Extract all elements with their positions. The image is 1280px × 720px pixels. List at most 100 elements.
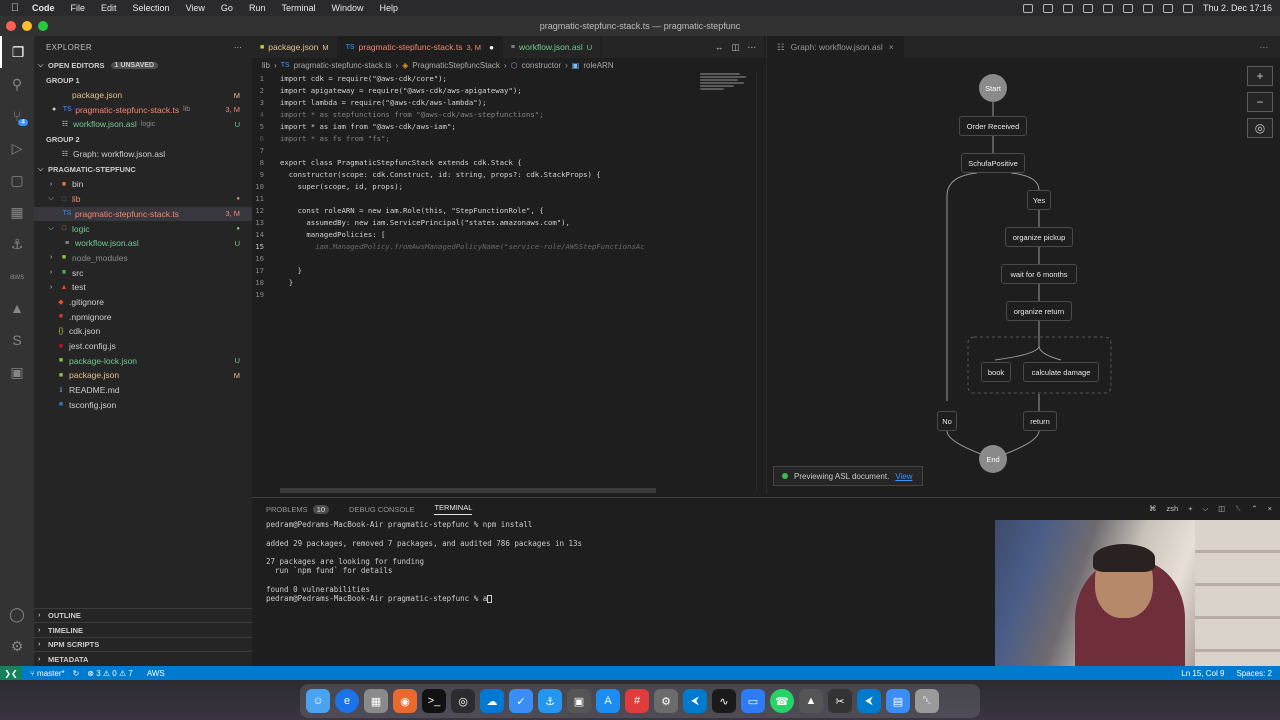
open-editor-stack-ts[interactable]: ● TS pragmatic-stepfunc-stack.ts lib 3, … — [34, 102, 252, 117]
sonar-icon[interactable]: S — [0, 324, 34, 356]
state-calculate-damage[interactable]: calculate damage — [1023, 362, 1099, 382]
editor-vertical-scrollbar[interactable] — [756, 72, 764, 492]
slack-icon[interactable]: # — [625, 689, 649, 713]
tree-item-bin[interactable]: › ■ bin — [34, 177, 252, 192]
state-organize-pickup[interactable]: organize pickup — [1005, 227, 1073, 247]
battery-icon[interactable] — [1122, 3, 1133, 13]
compare-icon[interactable]: ↔ — [715, 42, 724, 52]
moon-icon[interactable] — [1062, 3, 1073, 13]
tab-problems[interactable]: PROBLEMS 10 — [266, 504, 330, 514]
menu-run[interactable]: Run — [249, 3, 266, 13]
state-no[interactable]: No — [937, 411, 957, 431]
menubar-clock[interactable]: Thu 2. Dec 17:16 — [1203, 3, 1272, 13]
tree-item-logic[interactable]: ⌵ □ logic ● — [34, 221, 252, 236]
group2-label[interactable]: GROUP 2 — [34, 132, 252, 147]
tree-item-package-lock[interactable]: ■ package-lock.json U — [34, 353, 252, 368]
onedrive-icon[interactable]: ☁ — [480, 689, 504, 713]
menu-terminal[interactable]: Terminal — [281, 3, 315, 13]
tree-item-src[interactable]: › ■ src — [34, 265, 252, 280]
split-editor-icon[interactable]: ◫ — [731, 42, 739, 53]
tree-item-stack-ts[interactable]: TS pragmatic-stepfunc-stack.ts 3, M — [34, 206, 252, 222]
vlc-icon[interactable]: ▲ — [799, 689, 823, 713]
vscode-insiders-icon[interactable]: ⮜ — [857, 689, 881, 713]
menu-help[interactable]: Help — [379, 3, 398, 13]
apple-icon[interactable]:  — [8, 2, 22, 14]
state-wait[interactable]: wait for 6 months — [1001, 264, 1077, 284]
trash-icon[interactable]: ␡ — [1235, 504, 1241, 514]
tab-debug-console[interactable]: DEBUG CONSOLE — [349, 505, 414, 514]
stepfunctions-icon[interactable]: ▲ — [0, 292, 34, 324]
docker-icon[interactable]: ⚓ — [538, 689, 562, 713]
whatsapp-icon[interactable]: ☎ — [770, 689, 794, 713]
settings-gear-icon[interactable]: ⚙ — [0, 630, 34, 662]
tab-workflow-asl[interactable]: ≡ workflow.json.asl U — [503, 36, 602, 58]
breadcrumb-item[interactable]: PragmaticStepfuncStack — [412, 61, 500, 70]
activity-monitor-icon[interactable]: ∿ — [712, 689, 736, 713]
problems-status[interactable]: ⊗ 3 ⚠ 0 ⚠ 7 — [87, 669, 133, 678]
postman-icon[interactable]: ◉ — [393, 689, 417, 713]
cloud-icon[interactable] — [1082, 3, 1093, 13]
system-preferences-icon[interactable]: ⚙ — [654, 689, 678, 713]
chevron-up-icon[interactable]: ⌃ — [1251, 504, 1257, 514]
group1-label[interactable]: GROUP 1 — [34, 73, 252, 88]
new-terminal-icon[interactable]: + — [1188, 504, 1192, 514]
terminal-app-icon[interactable]: >_ — [422, 689, 446, 713]
tree-item-jest-config[interactable]: ■ jest.config.js — [34, 339, 252, 354]
keynote-icon[interactable]: ▭ — [741, 689, 765, 713]
state-start[interactable]: Start — [979, 74, 1007, 102]
docker-icon[interactable]: ⚓ — [0, 228, 34, 260]
close-icon[interactable]: × — [889, 42, 894, 52]
state-organize-return[interactable]: organize return — [1006, 301, 1072, 321]
menu-go[interactable]: Go — [221, 3, 233, 13]
network-icon[interactable] — [1042, 3, 1053, 13]
tree-item-workflow-asl[interactable]: ≡ workflow.json.asl U — [34, 236, 252, 251]
trash-icon[interactable]: ␡ — [915, 689, 939, 713]
open-editor-graph[interactable]: ☷ Graph: workflow.json.asl — [34, 146, 252, 161]
tab-terminal[interactable]: TERMINAL — [434, 503, 473, 515]
indentation[interactable]: Spaces: 2 — [1236, 669, 1272, 678]
app-store-icon[interactable]: A — [596, 689, 620, 713]
chevron-down-icon[interactable]: ⌵ — [1203, 504, 1209, 514]
view-link[interactable]: View — [895, 472, 912, 481]
breadcrumb-item[interactable]: roleARN — [583, 61, 613, 70]
code-editor[interactable]: 1 import cdk = require("@aws-cdk/core"); … — [252, 72, 696, 492]
open-editors-section[interactable]: ⌵ OPEN EDITORS 1 UNSAVED — [34, 58, 252, 73]
edge-browser-icon[interactable]: e — [335, 689, 359, 713]
tree-item-test[interactable]: › ▲ test — [34, 280, 252, 295]
minimap[interactable] — [696, 72, 756, 492]
safari-icon[interactable]: ◎ — [451, 689, 475, 713]
source-control-icon[interactable]: ⑂ 4 — [0, 100, 34, 132]
shell-name[interactable]: zsh — [1166, 504, 1178, 514]
timeline-section[interactable]: › TIMELINE — [34, 622, 252, 637]
tree-item-lib[interactable]: ⌵ □ lib ● — [34, 192, 252, 207]
todo-icon[interactable]: ✓ — [509, 689, 533, 713]
state-end[interactable]: End — [979, 445, 1007, 473]
close-icon[interactable]: × — [1268, 504, 1272, 514]
breadcrumb-item[interactable]: lib — [262, 61, 270, 70]
tab-graph[interactable]: ☷ Graph: workflow.json.asl × — [767, 36, 904, 58]
tree-item-package-json[interactable]: ■ package.json M — [34, 368, 252, 383]
metadata-section[interactable]: › METADATA — [34, 651, 252, 666]
control-center-icon[interactable] — [1182, 3, 1193, 13]
menu-window[interactable]: Window — [331, 3, 363, 13]
tree-item-cdk-json[interactable]: {} cdk.json — [34, 324, 252, 339]
tree-item-readme[interactable]: ℹ README.md — [34, 383, 252, 398]
account-icon[interactable]: ◯ — [0, 598, 34, 630]
explorer-icon[interactable]: ❐ — [0, 36, 34, 68]
open-editor-workflow-asl[interactable]: ☷ workflow.json.asl logic U — [34, 117, 252, 132]
search-icon[interactable] — [1162, 3, 1173, 13]
menu-file[interactable]: File — [71, 3, 86, 13]
branch-status[interactable]: ⑂ master* — [30, 669, 65, 678]
search-icon[interactable]: ⚲ — [0, 68, 34, 100]
remote-explorer-icon[interactable]: ▢ — [0, 164, 34, 196]
launchpad-icon[interactable]: ▦ — [364, 689, 388, 713]
project-section[interactable]: ⌵ PRAGMATIC-STEPFUNC — [34, 162, 252, 177]
aws-icon[interactable]: aws — [0, 260, 34, 292]
npm-scripts-section[interactable]: › NPM SCRIPTS — [34, 636, 252, 652]
state-return[interactable]: return — [1023, 411, 1057, 431]
final-cut-icon[interactable]: ✂ — [828, 689, 852, 713]
sync-icon[interactable]: ↻ — [73, 669, 80, 678]
breadcrumb-item[interactable]: constructor — [522, 61, 562, 70]
split-terminal-icon[interactable]: ◫ — [1218, 504, 1225, 514]
unsaved-dot-icon[interactable]: ● — [489, 43, 494, 52]
